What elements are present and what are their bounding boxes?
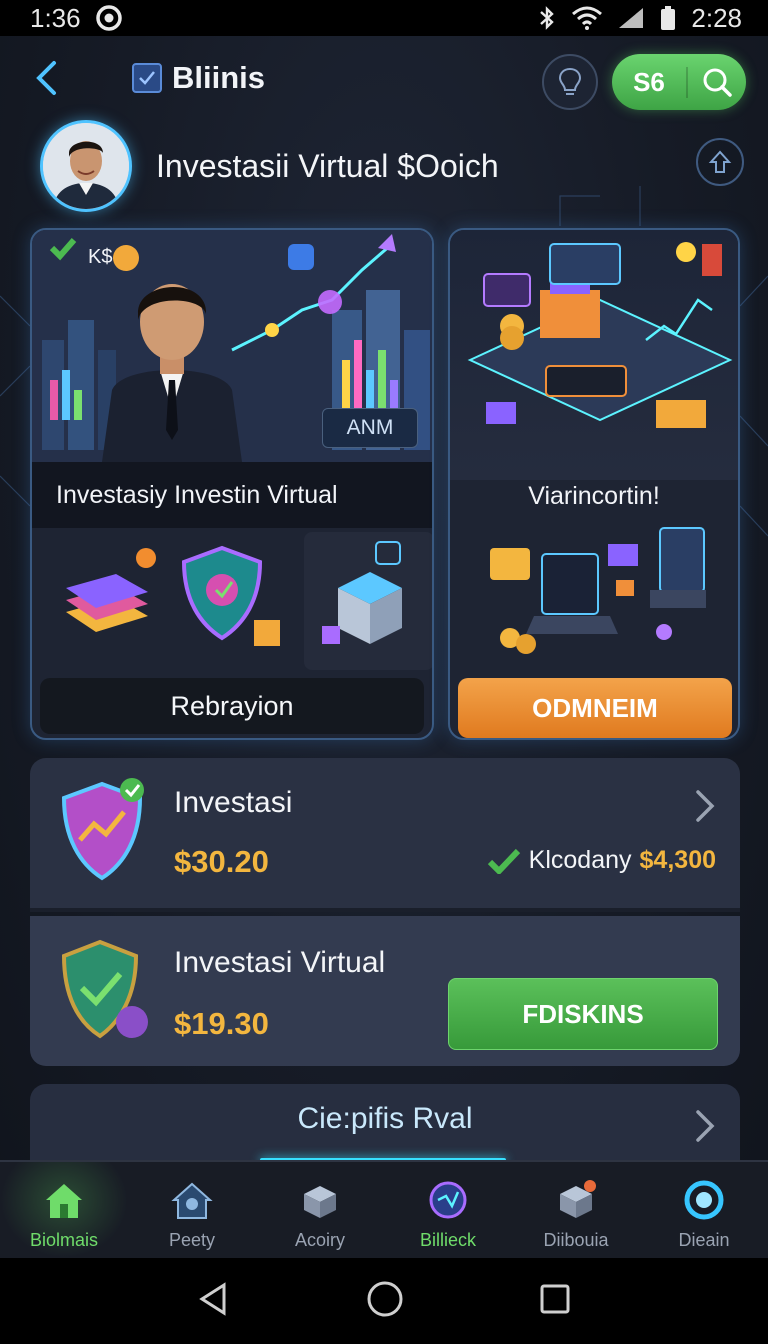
row-1-ratio: Klcodany $4,300 [487, 846, 716, 875]
row-1-title: Investasi [174, 786, 293, 819]
anm-chip[interactable]: ANM [322, 408, 418, 448]
row-2-price: $19.30 [174, 1006, 269, 1041]
record-icon [95, 4, 123, 32]
back-button[interactable] [26, 56, 66, 100]
status-time-right: 2:28 [691, 2, 742, 33]
tab-peety[interactable]: Peety [128, 1162, 256, 1258]
tab-diibouia[interactable]: Diibouia [512, 1162, 640, 1258]
battery-icon [659, 5, 677, 31]
profile-title: Investasii Virtual $Ooich [156, 148, 499, 184]
ratio-label: Klcodany [528, 846, 632, 874]
isometric-illustration [450, 230, 738, 480]
chevron-left-icon [36, 61, 56, 95]
investment-row-2[interactable]: Investasi Virtual $19.30 FDISKINS [30, 916, 740, 1066]
globe-icon [424, 1176, 472, 1224]
row-2-title: Investasi Virtual [174, 946, 386, 979]
avatar[interactable] [40, 120, 132, 212]
back-triangle-icon[interactable] [196, 1281, 232, 1322]
fdiskins-button[interactable]: FDISKINS [448, 978, 718, 1050]
tab-billieck[interactable]: Billieck [384, 1162, 512, 1258]
system-nav-bar [0, 1258, 768, 1344]
tab-label: Peety [168, 1230, 216, 1250]
idea-button[interactable] [542, 54, 598, 110]
tab-label: Acoiry [294, 1230, 345, 1250]
currency-tag: K$ [88, 246, 113, 268]
app-header: Bliinis S6 [0, 36, 768, 120]
stack-icon [66, 548, 156, 632]
status-time-left: 1:36 [30, 2, 81, 33]
tab-acoiry[interactable]: Acoiry [256, 1162, 384, 1258]
home-circle-icon[interactable] [365, 1279, 405, 1324]
profile-section: Investasii Virtual $Ooich [0, 120, 768, 228]
investment-card-right[interactable]: Viarincortin! ODMNEIM [448, 228, 740, 740]
home-icon [40, 1176, 88, 1224]
lightbulb-icon [558, 67, 582, 95]
search-pill[interactable]: S6 [612, 54, 746, 110]
shield-chart-icon [52, 776, 152, 886]
device-illustration [450, 520, 738, 670]
shield-icon [181, 545, 280, 646]
feature-icons [32, 528, 432, 674]
investment-row-1[interactable]: Investasi $30.20 Klcodany $4,300 [30, 758, 740, 912]
card-right-caption: Viarincortin! [528, 482, 660, 510]
search-icon[interactable] [688, 66, 746, 98]
package-icon [552, 1176, 600, 1224]
ring-icon [680, 1176, 728, 1224]
tab-home[interactable]: Biolmais [0, 1162, 128, 1258]
signal-icon [617, 6, 645, 30]
recents-square-icon[interactable] [538, 1282, 572, 1321]
shield-check-icon [52, 934, 152, 1044]
app-screen: Bliinis S6 Investasii Virtual $Ooich K$ … [0, 36, 768, 1258]
status-bar: 1:36 2:28 [0, 0, 768, 36]
ratio-amount: $4,300 [639, 846, 716, 874]
check-icon [487, 848, 520, 874]
chevron-right-icon[interactable] [694, 1108, 718, 1144]
bottom-tab-bar: Biolmais Peety Acoiry Billieck Diibouia [0, 1160, 768, 1258]
rebrayion-button[interactable]: Rebrayion [40, 678, 424, 734]
chevron-right-icon[interactable] [694, 788, 718, 824]
tab-label: Dieain [678, 1230, 730, 1250]
house-icon [168, 1176, 216, 1224]
brand-name: Bliinis [172, 60, 266, 95]
upload-button[interactable] [696, 138, 744, 186]
hero-illustration: K$ ANM [32, 230, 432, 462]
tab-label: Diibouia [543, 1230, 609, 1250]
tab-dieain[interactable]: Dieain [640, 1162, 768, 1258]
tab-label: Biolmais [29, 1230, 99, 1250]
row-1-price: $30.20 [174, 844, 269, 879]
badge-number: S6 [612, 66, 688, 98]
wifi-icon [571, 6, 603, 30]
bluetooth-icon [537, 5, 557, 31]
odmneim-button[interactable]: ODMNEIM [458, 678, 732, 738]
box-icon [296, 1176, 344, 1224]
tab-label: Billieck [419, 1230, 476, 1250]
brand: Bliinis [132, 60, 265, 96]
arrow-up-icon [708, 150, 732, 173]
investment-card-left[interactable]: K$ ANM Investasiy Investin Virtual Rebra… [30, 228, 434, 740]
row-3-label: Cie:pifis Rval [297, 1102, 473, 1135]
checkbox-icon [132, 63, 162, 93]
card-left-caption: Investasiy Investin Virtual [32, 462, 432, 528]
